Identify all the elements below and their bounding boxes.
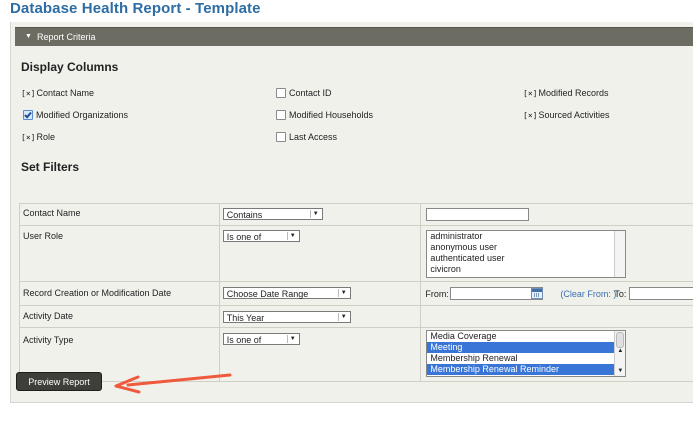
select-value: Is one of bbox=[226, 335, 262, 345]
filter-label-cell: User Role bbox=[19, 225, 220, 282]
list-item[interactable]: authenticated user bbox=[427, 253, 625, 264]
column-sourced-activities[interactable]: [×] Sourced Activities bbox=[523, 110, 610, 120]
column-modified-records[interactable]: [×] Modified Records bbox=[523, 88, 608, 98]
select-value: Is one of bbox=[226, 232, 262, 242]
column-modified-organizations[interactable]: Modified Organizations bbox=[23, 110, 128, 120]
column-modified-households-checkbox[interactable] bbox=[276, 110, 286, 120]
calendar-icon[interactable] bbox=[531, 288, 544, 299]
filter-operator-cell: Is one of ▼ bbox=[218, 225, 422, 282]
column-contact-name-mark: [×] bbox=[21, 88, 36, 98]
filter-label: Activity Type bbox=[23, 335, 74, 345]
filter-label-cell: Activity Date bbox=[19, 305, 220, 328]
scroll-up-icon[interactable]: ▲ bbox=[615, 347, 625, 355]
column-contact-id[interactable]: Contact ID bbox=[276, 88, 332, 98]
column-last-access-checkbox[interactable] bbox=[276, 132, 286, 142]
annotation-arrow-icon bbox=[114, 373, 232, 394]
filter-value-cell: administrator anonymous user authenticat… bbox=[420, 225, 693, 282]
filter-label: Activity Date bbox=[23, 311, 74, 321]
report-criteria-label: Report Criteria bbox=[37, 32, 96, 42]
scrollbar[interactable] bbox=[614, 231, 626, 277]
column-sourced-activities-mark: [×] bbox=[523, 110, 538, 120]
column-modified-organizations-label: Modified Organizations bbox=[36, 110, 129, 120]
filter-value-cell bbox=[420, 203, 693, 226]
from-label: From: bbox=[425, 289, 449, 299]
activity-date-operator-select[interactable]: This Year ▼ bbox=[222, 311, 351, 323]
column-contact-name-label: Contact Name bbox=[36, 88, 94, 98]
activity-type-listbox[interactable]: Media Coverage Meeting Membership Renewa… bbox=[426, 330, 627, 377]
date-to-input[interactable] bbox=[629, 287, 693, 300]
chevron-down-icon: ▼ bbox=[309, 210, 321, 218]
report-criteria-panel: ▼ Report Criteria Display Columns [×] Co… bbox=[10, 22, 693, 403]
list-item[interactable]: civicron bbox=[427, 264, 625, 275]
column-role-label: Role bbox=[36, 132, 55, 142]
filter-label-cell: Record Creation or Modification Date bbox=[19, 281, 220, 306]
clear-from-link[interactable]: (Clear From: ) bbox=[560, 289, 616, 299]
activity-type-operator-select[interactable]: Is one of ▼ bbox=[222, 333, 300, 345]
column-modified-households-label: Modified Households bbox=[289, 110, 374, 120]
contact-name-operator-select[interactable]: Contains ▼ bbox=[222, 208, 323, 220]
report-criteria-header[interactable]: ▼ Report Criteria bbox=[15, 27, 693, 46]
select-value: Choose Date Range bbox=[226, 289, 309, 299]
filters-table: Contact Name Contains ▼ User Role Is one… bbox=[19, 203, 693, 382]
chevron-down-icon: ▼ bbox=[337, 313, 349, 321]
filter-row-contact-name: Contact Name Contains ▼ bbox=[19, 203, 693, 226]
page-title: Database Health Report - Template bbox=[10, 0, 261, 17]
scrollbar[interactable]: ▲ ▼ bbox=[614, 331, 626, 376]
select-value: This Year bbox=[226, 313, 265, 323]
column-modified-households[interactable]: Modified Households bbox=[276, 110, 373, 120]
column-last-access-label: Last Access bbox=[289, 132, 338, 142]
list-item[interactable]: Media Coverage bbox=[427, 331, 625, 342]
filter-operator-cell: Contains ▼ bbox=[218, 203, 422, 226]
column-last-access[interactable]: Last Access bbox=[276, 132, 337, 142]
list-item-selected[interactable]: Meeting bbox=[427, 342, 626, 353]
display-columns-title: Display Columns bbox=[21, 60, 119, 74]
filter-value-cell bbox=[420, 305, 693, 328]
list-item-selected[interactable]: Membership Renewal Reminder bbox=[427, 364, 626, 375]
list-item[interactable]: administrator bbox=[427, 231, 625, 242]
filter-label: User Role bbox=[23, 231, 64, 241]
collapse-triangle-icon: ▼ bbox=[25, 33, 32, 40]
list-item[interactable]: Membership Renewal bbox=[427, 353, 625, 364]
date-from-input[interactable] bbox=[450, 287, 544, 300]
contact-name-input[interactable] bbox=[426, 208, 530, 221]
filter-operator-cell: Is one of ▼ bbox=[218, 327, 422, 382]
column-contact-id-label: Contact ID bbox=[289, 88, 332, 98]
preview-report-button[interactable]: Preview Report bbox=[16, 372, 102, 391]
user-role-listbox[interactable]: administrator anonymous user authenticat… bbox=[426, 230, 627, 278]
chevron-down-icon: ▼ bbox=[286, 335, 298, 343]
column-sourced-activities-label: Sourced Activities bbox=[538, 110, 610, 120]
filter-label: Contact Name bbox=[23, 208, 81, 218]
to-label: To: bbox=[614, 289, 627, 299]
filter-label-cell: Contact Name bbox=[19, 203, 220, 226]
user-role-operator-select[interactable]: Is one of ▼ bbox=[222, 230, 300, 242]
record-date-operator-select[interactable]: Choose Date Range ▼ bbox=[222, 287, 351, 299]
chevron-down-icon: ▼ bbox=[286, 232, 298, 240]
filter-row-user-role: User Role Is one of ▼ administrator anon… bbox=[19, 225, 693, 282]
column-modified-organizations-checkbox[interactable] bbox=[23, 110, 33, 120]
filter-value-cell: From: (Clear From: ) To: bbox=[420, 281, 693, 306]
filter-row-record-date: Record Creation or Modification Date Cho… bbox=[19, 281, 693, 306]
column-contact-name[interactable]: [×] Contact Name bbox=[21, 88, 94, 98]
column-role-mark: [×] bbox=[21, 132, 36, 142]
chevron-down-icon: ▼ bbox=[337, 289, 349, 297]
scrollbar-thumb[interactable] bbox=[616, 332, 625, 348]
list-item[interactable]: anonymous user bbox=[427, 242, 625, 253]
filter-operator-cell: Choose Date Range ▼ bbox=[218, 281, 422, 306]
scroll-down-icon[interactable]: ▼ bbox=[615, 367, 625, 375]
set-filters-title: Set Filters bbox=[21, 160, 80, 174]
filter-row-activity-date: Activity Date This Year ▼ bbox=[19, 305, 693, 328]
filter-operator-cell: This Year ▼ bbox=[218, 305, 422, 328]
column-role[interactable]: [×] Role bbox=[21, 132, 55, 142]
select-value: Contains bbox=[226, 210, 263, 220]
column-modified-records-label: Modified Records bbox=[538, 88, 609, 98]
filter-value-cell: Media Coverage Meeting Membership Renewa… bbox=[420, 327, 693, 382]
column-modified-records-mark: [×] bbox=[523, 88, 538, 98]
filter-label: Record Creation or Modification Date bbox=[23, 288, 172, 298]
column-contact-id-checkbox[interactable] bbox=[276, 88, 286, 98]
